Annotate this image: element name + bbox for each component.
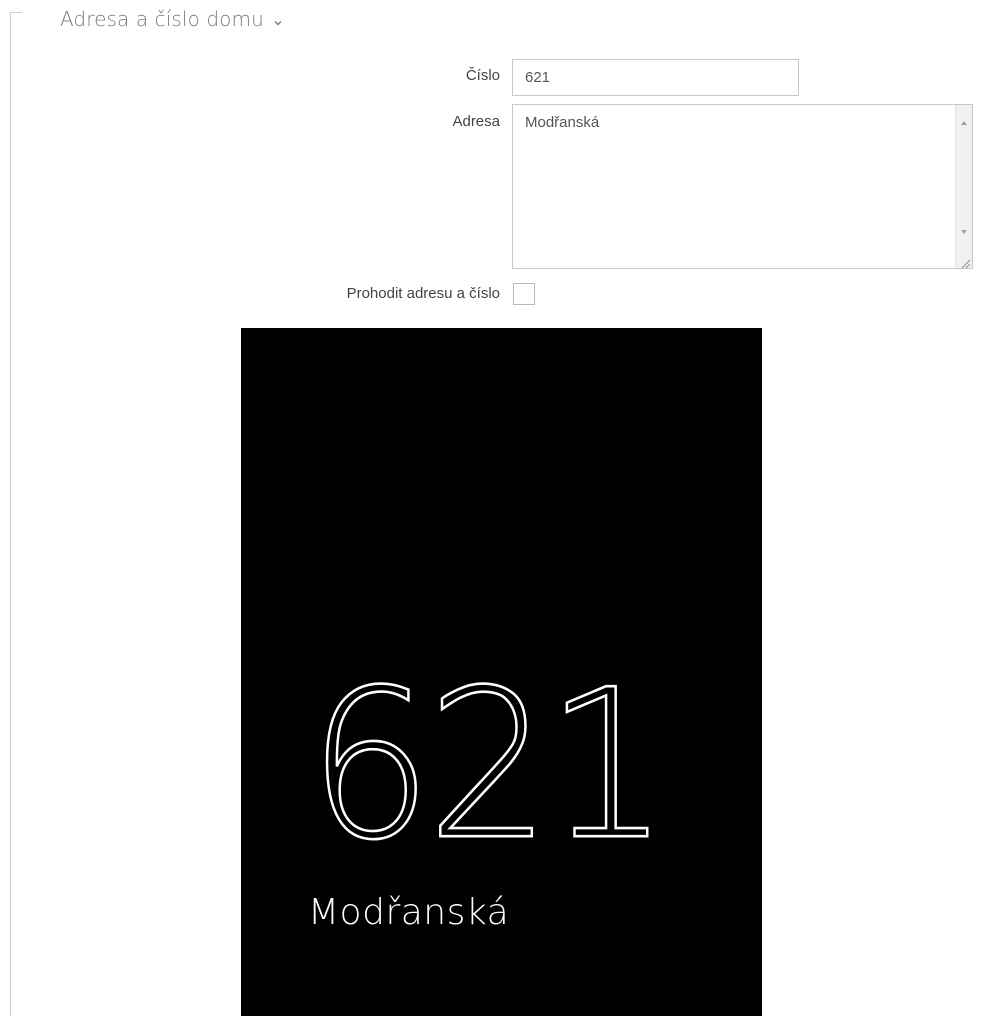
scroll-down-arrow-icon[interactable]: [960, 223, 968, 234]
address-textarea[interactable]: Modřanská: [513, 105, 956, 268]
preview-address: Modřanská: [308, 892, 510, 933]
chevron-down-icon: [273, 15, 283, 26]
number-label: Číslo: [465, 67, 500, 84]
resize-grip-icon[interactable]: [960, 256, 971, 269]
display-preview: 621 Modřanská: [241, 328, 762, 1016]
number-input[interactable]: [512, 59, 799, 96]
fieldset-border-top: [10, 12, 22, 13]
scroll-up-arrow-icon[interactable]: [960, 114, 968, 125]
textarea-scrollbar[interactable]: [955, 105, 972, 269]
section-header-toggle[interactable]: Adresa a číslo domu: [60, 2, 283, 36]
address-label: Adresa: [452, 113, 500, 130]
swap-label: Prohodit adresu a číslo: [346, 285, 500, 302]
address-textarea-wrapper: Modřanská: [512, 104, 973, 269]
swap-checkbox[interactable]: [513, 283, 535, 305]
preview-number: 621: [307, 646, 672, 886]
fieldset-border-left: [10, 12, 11, 1016]
section-title: Adresa a číslo domu: [60, 7, 264, 31]
